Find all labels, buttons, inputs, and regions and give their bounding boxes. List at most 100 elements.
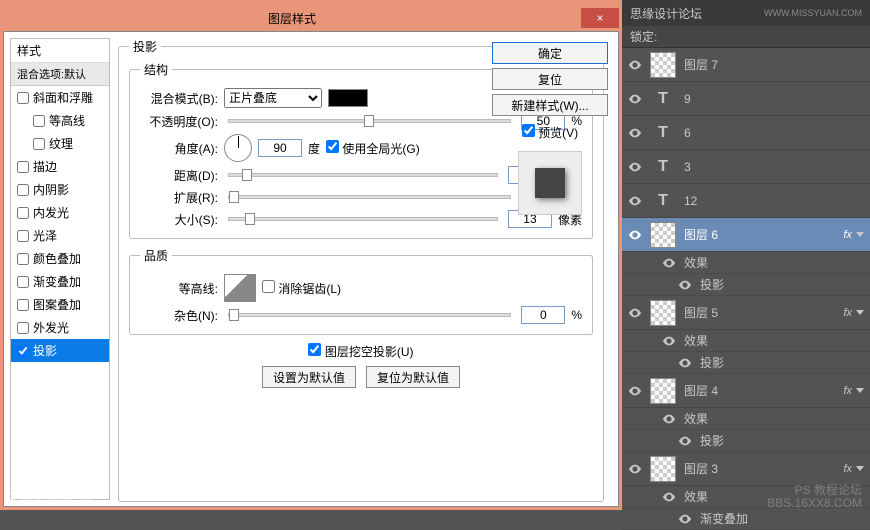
knockout-checkbox[interactable]: 图层挖空投影(U): [308, 343, 413, 360]
sidebar-item-等高线[interactable]: 等高线: [11, 109, 109, 132]
layer-name: 图层 3: [684, 460, 718, 477]
effect-item[interactable]: 渐变叠加: [622, 508, 870, 530]
fx-badge[interactable]: fx: [843, 385, 864, 397]
layer-name: 6: [684, 126, 691, 140]
preview-box: [518, 151, 582, 215]
visibility-icon[interactable]: [662, 256, 676, 270]
layer-name: 图层 4: [684, 382, 718, 399]
size-label: 大小(S):: [140, 211, 218, 228]
effect-group[interactable]: 效果: [622, 330, 870, 352]
sidebar-item-斜面和浮雕[interactable]: 斜面和浮雕: [11, 86, 109, 109]
preview-checkbox[interactable]: 预览(V): [492, 124, 608, 141]
effect-item[interactable]: 投影: [622, 352, 870, 374]
sidebar-item-光泽[interactable]: 光泽: [11, 224, 109, 247]
watermark-right2: BBS.16XX8.COM: [767, 497, 862, 510]
sidebar-item-内阴影[interactable]: 内阴影: [11, 178, 109, 201]
distance-slider[interactable]: [228, 173, 498, 177]
visibility-icon[interactable]: [628, 194, 642, 208]
blend-mode-label: 混合模式(B):: [140, 90, 218, 107]
sidebar-header: 样式: [11, 39, 109, 63]
antialias-checkbox[interactable]: 消除锯齿(L): [262, 280, 341, 297]
sidebar-item-渐变叠加[interactable]: 渐变叠加: [11, 270, 109, 293]
sidebar-item-投影[interactable]: 投影: [11, 339, 109, 362]
noise-input[interactable]: [521, 306, 565, 324]
layer-row[interactable]: 图层 3 fx: [622, 452, 870, 486]
text-layer-icon: T: [650, 120, 676, 146]
visibility-icon[interactable]: [628, 462, 642, 476]
layer-row[interactable]: T9: [622, 82, 870, 116]
visibility-icon[interactable]: [678, 434, 692, 448]
layer-row[interactable]: T12: [622, 184, 870, 218]
noise-label: 杂色(N):: [140, 307, 218, 324]
layer-row[interactable]: 图层 5 fx: [622, 296, 870, 330]
fx-badge[interactable]: fx: [843, 229, 864, 241]
distance-label: 距离(D):: [140, 167, 218, 184]
text-layer-icon: T: [650, 188, 676, 214]
opacity-slider[interactable]: [228, 119, 511, 123]
structure-legend: 结构: [140, 61, 172, 78]
layer-row[interactable]: 图层 6 fx: [622, 218, 870, 252]
close-button[interactable]: ×: [581, 8, 619, 28]
layer-row[interactable]: T3: [622, 150, 870, 184]
effect-item[interactable]: 投影: [622, 274, 870, 296]
visibility-icon[interactable]: [678, 512, 692, 526]
visibility-icon[interactable]: [662, 334, 676, 348]
visibility-icon[interactable]: [628, 228, 642, 242]
visibility-icon[interactable]: [628, 160, 642, 174]
layer-row[interactable]: 图层 7: [622, 48, 870, 82]
layer-name: 图层 7: [684, 56, 718, 73]
sidebar-item-图案叠加[interactable]: 图案叠加: [11, 293, 109, 316]
effect-group[interactable]: 效果: [622, 252, 870, 274]
ok-button[interactable]: 确定: [492, 42, 608, 64]
sidebar-item-外发光[interactable]: 外发光: [11, 316, 109, 339]
layer-row[interactable]: T6: [622, 116, 870, 150]
sidebar-item-颜色叠加[interactable]: 颜色叠加: [11, 247, 109, 270]
reset-default-button[interactable]: 复位为默认值: [366, 366, 460, 388]
lock-label: 锁定:: [630, 28, 657, 45]
angle-dial[interactable]: [224, 134, 252, 162]
panel-title: 思缘设计论坛: [630, 5, 702, 22]
fx-badge[interactable]: fx: [843, 463, 864, 475]
visibility-icon[interactable]: [628, 384, 642, 398]
layer-thumbnail: [650, 300, 676, 326]
layer-name: 图层 6: [684, 226, 718, 243]
visibility-icon[interactable]: [628, 306, 642, 320]
sidebar-item-内发光[interactable]: 内发光: [11, 201, 109, 224]
effect-item[interactable]: 投影: [622, 430, 870, 452]
shadow-color-swatch[interactable]: [328, 89, 368, 107]
contour-label: 等高线:: [140, 280, 218, 297]
text-layer-icon: T: [650, 86, 676, 112]
visibility-icon[interactable]: [628, 58, 642, 72]
visibility-icon[interactable]: [662, 412, 676, 426]
fx-badge[interactable]: fx: [843, 307, 864, 319]
spread-slider[interactable]: [228, 195, 511, 199]
effect-group[interactable]: 效果: [622, 408, 870, 430]
layer-name: 3: [684, 160, 691, 174]
text-layer-icon: T: [650, 154, 676, 180]
noise-slider[interactable]: [228, 313, 511, 317]
visibility-icon[interactable]: [628, 126, 642, 140]
layer-row[interactable]: 图层 4 fx: [622, 374, 870, 408]
global-light-checkbox[interactable]: 使用全局光(G): [326, 140, 420, 157]
contour-picker[interactable]: [224, 274, 256, 302]
sidebar-item-纹理[interactable]: 纹理: [11, 132, 109, 155]
layer-thumbnail: [650, 378, 676, 404]
size-slider[interactable]: [228, 217, 498, 221]
new-style-button[interactable]: 新建样式(W)...: [492, 94, 608, 116]
section-title: 投影: [129, 38, 161, 55]
style-sidebar: 样式 混合选项:默认 斜面和浮雕等高线纹理描边内阴影内发光光泽颜色叠加渐变叠加图…: [10, 38, 110, 500]
visibility-icon[interactable]: [678, 278, 692, 292]
quality-legend: 品质: [140, 247, 172, 264]
reset-button[interactable]: 复位: [492, 68, 608, 90]
layer-name: 9: [684, 92, 691, 106]
sidebar-blend-options[interactable]: 混合选项:默认: [11, 63, 109, 86]
opacity-label: 不透明度(O):: [140, 113, 218, 130]
visibility-icon[interactable]: [628, 92, 642, 106]
angle-input[interactable]: [258, 139, 302, 157]
blend-mode-select[interactable]: 正片叠底: [224, 88, 322, 108]
layer-name: 图层 5: [684, 304, 718, 321]
set-default-button[interactable]: 设置为默认值: [262, 366, 356, 388]
sidebar-item-描边[interactable]: 描边: [11, 155, 109, 178]
visibility-icon[interactable]: [678, 356, 692, 370]
visibility-icon[interactable]: [662, 490, 676, 504]
